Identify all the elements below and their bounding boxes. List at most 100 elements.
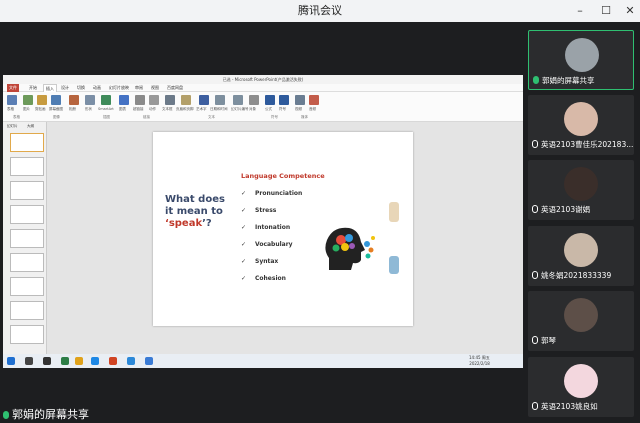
ribbon-label: 对象 (249, 107, 256, 111)
symbol-icon[interactable] (279, 95, 289, 105)
clipart-icon[interactable] (37, 95, 47, 105)
ribbon-group-label: 插图 (103, 115, 110, 119)
maximize-button[interactable]: ☐ (594, 0, 618, 22)
ppt-ribbon: 表格 图片 剪贴画 屏幕截图 相册 形状 SmartArt 图表 超链接 动作 … (3, 92, 523, 122)
app-icon[interactable] (91, 357, 99, 365)
participant-card[interactable]: 郭娟的屏幕共享 (528, 30, 634, 90)
shapes-icon[interactable] (85, 95, 95, 105)
wordart-icon[interactable] (199, 95, 209, 105)
participant-name-text: 英语2103谢娟 (541, 205, 591, 214)
participant-name: 英语2103曹佳乐202183... (532, 139, 633, 151)
search-icon[interactable] (25, 357, 33, 365)
mic-muted-icon (532, 140, 538, 148)
hyperlink-icon[interactable] (135, 95, 145, 105)
ribbon-label: 相册 (69, 107, 76, 111)
textbox-icon[interactable] (165, 95, 175, 105)
object-icon[interactable] (249, 95, 259, 105)
check-icon: ✓ (241, 275, 247, 282)
ppt-tab-animations[interactable]: 动画 (91, 84, 103, 92)
ppt-tab-view[interactable]: 视图 (149, 84, 161, 92)
slide-thumbnail[interactable] (10, 205, 44, 224)
pane-tab-slides[interactable]: 幻灯片 (7, 124, 18, 129)
video-icon[interactable] (295, 95, 305, 105)
quote-close: ’? (202, 218, 212, 229)
ribbon-label: 符号 (279, 107, 286, 111)
avatar (564, 233, 598, 267)
mic-muted-icon (532, 402, 538, 410)
ppt-tab-baidu[interactable]: 百度网盘 (165, 84, 185, 92)
audio-icon[interactable] (309, 95, 319, 105)
slide-thumbnail[interactable] (10, 277, 44, 296)
smartart-icon[interactable] (101, 95, 111, 105)
datetime-icon[interactable] (215, 95, 225, 105)
slide-thumbnail[interactable] (10, 133, 44, 152)
competence-label: Intonation (255, 224, 291, 231)
window-title-bar: 腾讯会议 – ☐ ✕ (0, 0, 640, 22)
close-button[interactable]: ✕ (618, 0, 640, 22)
shared-screen: 已选 - Microsoft PowerPoint(产品激活失败) 文件 开始 … (3, 75, 523, 367)
ribbon-label: SmartArt (98, 107, 114, 111)
action-icon[interactable] (149, 95, 159, 105)
participant-card[interactable]: 英语2103谢娟 (528, 160, 634, 220)
ppt-tab-slideshow[interactable]: 幻灯片放映 (107, 84, 131, 92)
app-icon[interactable] (127, 357, 135, 365)
avatar (564, 298, 598, 332)
screen-share-label: 郭娟的屏幕共享 (3, 407, 89, 423)
ribbon-label: 图表 (119, 107, 126, 111)
equation-icon[interactable] (265, 95, 275, 105)
participant-name: 郭娟的屏幕共享 (533, 75, 595, 87)
participant-name-text: 郭娟的屏幕共享 (542, 76, 595, 85)
ribbon-label: 表格 (7, 107, 14, 111)
participant-card[interactable]: 英语2103曹佳乐202183... (528, 95, 634, 155)
windows-start-icon[interactable] (7, 357, 15, 365)
ribbon-label: 日期和时间 (210, 107, 228, 111)
tencent-meeting-icon[interactable] (145, 357, 153, 365)
ppt-tab-file[interactable]: 文件 (7, 84, 19, 92)
slide-question-line2: it mean to (165, 206, 223, 217)
powerpoint-icon[interactable] (109, 357, 117, 365)
minimize-button[interactable]: – (568, 0, 592, 22)
ribbon-label: 超链接 (133, 107, 144, 111)
slide-thumbnail[interactable] (10, 181, 44, 200)
ppt-tab-home[interactable]: 开始 (27, 84, 39, 92)
ribbon-label: 幻灯片编号 (231, 107, 249, 111)
chrome-icon[interactable] (75, 357, 83, 365)
ppt-tab-transitions[interactable]: 切换 (75, 84, 87, 92)
check-icon: ✓ (241, 241, 247, 248)
slide-thumbnail[interactable] (10, 157, 44, 176)
slide-thumbnail[interactable] (10, 325, 44, 344)
slide-thumbnail[interactable] (10, 229, 44, 248)
mic-icon (533, 76, 539, 84)
participant-name: 姚冬娟2021833339 (532, 270, 611, 282)
ribbon-label: 公式 (265, 107, 272, 111)
ppt-tab-insert[interactable]: 插入 (43, 84, 57, 92)
ribbon-group-label: 图像 (53, 115, 60, 119)
window-title: 腾讯会议 (298, 4, 342, 17)
participant-card[interactable]: 姚冬娟2021833339 (528, 226, 634, 286)
ppt-tab-design[interactable]: 设计 (59, 84, 71, 92)
ribbon-label: 图片 (23, 107, 30, 111)
ribbon-group-label: 文本 (208, 115, 215, 119)
participant-card[interactable]: 英语2103姚良如 (528, 357, 634, 417)
slide-thumbnail[interactable] (10, 301, 44, 320)
participant-card[interactable]: 郭琴 (528, 291, 634, 351)
pane-tab-outline[interactable]: 大纲 (27, 124, 34, 129)
mic-muted-icon (532, 336, 538, 344)
screenshot-icon[interactable] (51, 95, 61, 105)
ppt-tab-review[interactable]: 审阅 (133, 84, 145, 92)
task-view-icon[interactable] (43, 357, 51, 365)
app-icon[interactable] (61, 357, 69, 365)
ribbon-label: 屏幕截图 (49, 107, 63, 111)
competence-label: Pronunciation (255, 190, 303, 197)
chart-icon[interactable] (119, 95, 129, 105)
picture-icon[interactable] (23, 95, 33, 105)
header-footer-icon[interactable] (181, 95, 191, 105)
album-icon[interactable] (69, 95, 79, 105)
slide-number-icon[interactable] (233, 95, 243, 105)
competence-item: ✓ Stress (241, 207, 276, 214)
participant-name-text: 英语2103姚良如 (541, 402, 598, 411)
slide-thumbnail[interactable] (10, 253, 44, 272)
ribbon-label: 动作 (149, 107, 156, 111)
table-icon[interactable] (7, 95, 17, 105)
current-slide[interactable]: What does it mean to ‘speak’? Language C… (153, 132, 413, 326)
